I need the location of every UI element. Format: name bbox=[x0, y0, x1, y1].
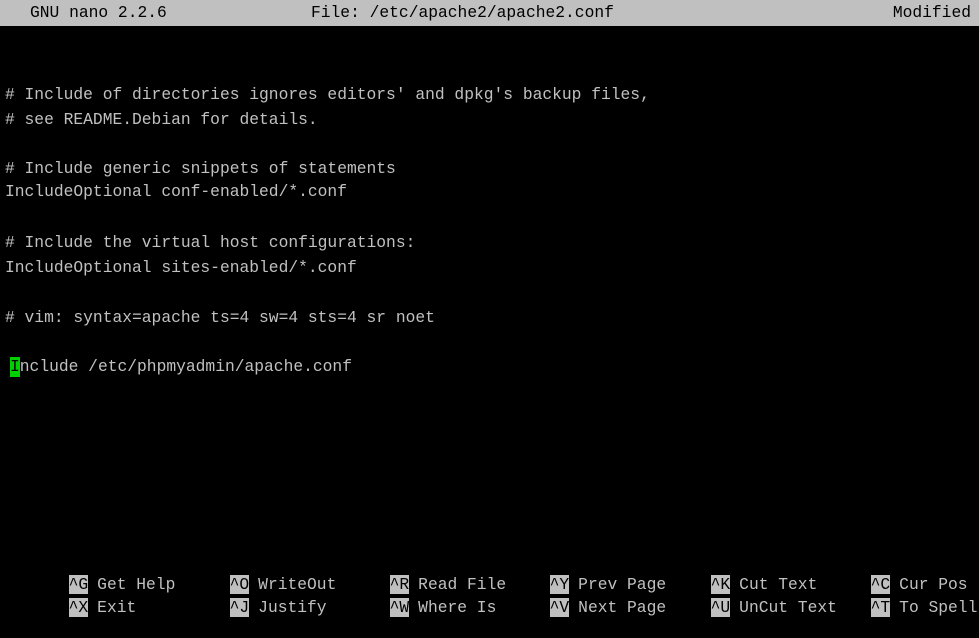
shortcut-exit[interactable]: ^X Exit bbox=[10, 578, 136, 617]
app-version: GNU nano 2.2.6 bbox=[30, 3, 167, 22]
shortcut-label: Exit bbox=[97, 598, 137, 617]
shortcut-label: Justify bbox=[258, 598, 327, 617]
text-cursor: I bbox=[10, 357, 20, 377]
editor-line[interactable]: # Include of directories ignores editors… bbox=[5, 85, 650, 105]
shortcut-key: ^J bbox=[229, 598, 250, 617]
file-name: File: /etc/apache2/apache2.conf bbox=[311, 3, 614, 22]
shortcut-key: ^V bbox=[549, 598, 570, 617]
shortcut-uncut-text[interactable]: ^U UnCut Text bbox=[652, 578, 837, 617]
editor-line-text: nclude /etc/phpmyadmin/apache.conf bbox=[19, 357, 352, 376]
terminal-window: GNU nano 2.2.6 File: /etc/apache2/apache… bbox=[0, 0, 979, 617]
nano-title-bar: GNU nano 2.2.6 File: /etc/apache2/apache… bbox=[0, 0, 979, 26]
shortcut-key: ^W bbox=[389, 598, 410, 617]
editor-line[interactable]: IncludeOptional conf-enabled/*.conf bbox=[5, 182, 347, 202]
shortcut-key: ^T bbox=[870, 598, 891, 617]
editor-line[interactable]: IncludeOptional sites-enabled/*.conf bbox=[5, 258, 357, 278]
modified-status: Modified bbox=[892, 3, 971, 22]
shortcut-key: ^U bbox=[710, 598, 731, 617]
shortcut-label: Where Is bbox=[418, 598, 497, 617]
shortcut-cut-text[interactable]: ^K Cut Text bbox=[652, 555, 817, 594]
editor-line[interactable]: # see README.Debian for details. bbox=[5, 110, 318, 130]
shortcut-get-help[interactable]: ^G Get Help bbox=[10, 555, 175, 594]
shortcut-read-file[interactable]: ^R Read File bbox=[331, 555, 506, 594]
shortcut-writeout[interactable]: ^O WriteOut bbox=[171, 555, 336, 594]
editor-line[interactable]: # vim: syntax=apache ts=4 sw=4 sts=4 sr … bbox=[5, 308, 435, 328]
shortcut-justify[interactable]: ^J Justify bbox=[171, 578, 327, 617]
shortcut-next-page[interactable]: ^V Next Page bbox=[491, 578, 666, 617]
shortcut-key: ^X bbox=[68, 598, 89, 617]
shortcut-where-is[interactable]: ^W Where Is bbox=[331, 578, 496, 617]
editor-line[interactable]: # Include generic snippets of statements bbox=[5, 159, 396, 179]
shortcut-label: To Spell bbox=[899, 598, 978, 617]
editor-line[interactable]: # Include the virtual host configuration… bbox=[5, 233, 415, 253]
shortcut-to-spell[interactable]: ^T To Spell bbox=[812, 578, 977, 617]
editor-line-current[interactable]: Include /etc/phpmyadmin/apache.conf bbox=[10, 357, 352, 377]
shortcut-prev-page[interactable]: ^Y Prev Page bbox=[491, 555, 666, 594]
shortcut-cur-pos[interactable]: ^C Cur Pos bbox=[812, 555, 968, 594]
